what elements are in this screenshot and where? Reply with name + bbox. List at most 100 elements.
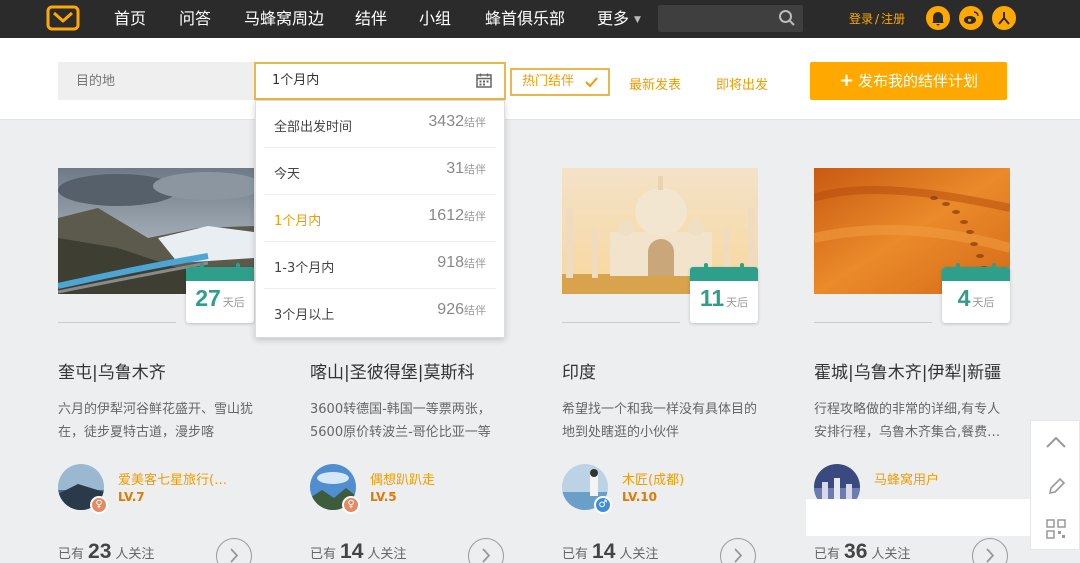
date-option[interactable]: 1-3个月内 918结伴 [264, 242, 496, 289]
overlay-patch [806, 499, 1030, 536]
calendar-tab-icon [942, 263, 1010, 281]
top-nav-bar: 首页 问答 马蜂窝周边 结伴 小组 蜂首俱乐部 更多 ▼ 登录 / 注册 [0, 0, 1080, 38]
days-count: 4 [957, 285, 971, 311]
follow-prefix: 已有 [58, 547, 85, 562]
nav-home[interactable]: 首页 [114, 0, 146, 38]
follow-prefix: 已有 [562, 547, 589, 562]
date-option[interactable]: 今天 31结伴 [264, 148, 496, 195]
qr-code-icon [1046, 519, 1066, 539]
follow-count: 已有 14 人关注 [310, 540, 406, 563]
username[interactable]: 偶想趴趴走 [370, 469, 435, 488]
view-detail-button[interactable] [972, 538, 1008, 563]
date-option-label: 3个月以上 [274, 308, 335, 323]
auth-links: 登录 / 注册 [849, 0, 905, 38]
card-description: 行程攻略做的非常的详细,有专人安排行程，乌鲁木齐集合,餐费… [814, 402, 1001, 440]
publish-plan-label: 发布我的结伴计划 [858, 72, 979, 90]
hot-companion-label: 热门结伴 [522, 74, 575, 89]
date-option-unit: 结伴 [464, 116, 486, 129]
view-detail-button[interactable] [468, 538, 504, 563]
chevron-down-icon: ▼ [634, 14, 641, 25]
date-option[interactable]: 全部出发时间 3432结伴 [264, 101, 496, 148]
qr-code-button[interactable] [1031, 507, 1080, 550]
publish-plan-button[interactable]: + 发布我的结伴计划 [810, 62, 1007, 100]
days-unit: 天后 [972, 296, 995, 309]
follow-suffix: 人关注 [367, 547, 407, 562]
plus-icon: + [838, 70, 855, 91]
card-title[interactable]: 印度 [562, 358, 596, 383]
chevron-right-icon [986, 548, 995, 563]
chevron-right-icon [230, 548, 239, 563]
back-to-top-button[interactable] [1031, 421, 1080, 464]
login-link[interactable]: 登录 [849, 12, 873, 26]
date-option-unit: 结伴 [464, 304, 486, 317]
hot-companion-button[interactable]: 热门结伴 [510, 68, 610, 96]
user-icon[interactable] [992, 6, 1016, 30]
follow-suffix: 人关注 [871, 547, 911, 562]
days-count: 11 [699, 285, 725, 311]
date-option-selected[interactable]: 1个月内 1612结伴 [264, 195, 496, 242]
chevron-up-icon [1046, 436, 1066, 448]
username[interactable]: 爱美客七星旅行(… [118, 469, 227, 488]
card-title[interactable]: 霍城|乌鲁木齐|伊犁|新疆 [814, 358, 1001, 383]
companion-card[interactable]: 11 天后 印度 希望找一个和我一样没有具体目的地到处瞎逛的小伙伴 ♂ 木匠(成都… [562, 120, 758, 563]
bell-icon[interactable] [926, 6, 950, 30]
companion-card[interactable]: 27 天后 奎屯|乌鲁木齐 六月的伊犁河谷鲜花盛开、雪山犹在，徒步夏特古道，漫步喀… [58, 120, 254, 563]
companion-card[interactable]: 4 天后 霍城|乌鲁木齐|伊犁|新疆 行程攻略做的非常的详细,有专人安排行程，乌鲁… [814, 120, 1010, 563]
card-description: 3600转德国-韩国一等票两张，5600原价转波兰-哥伦比亚一等 [310, 402, 491, 440]
follow-suffix: 人关注 [619, 547, 659, 562]
follow-prefix: 已有 [310, 547, 337, 562]
auth-separator: / [875, 12, 880, 26]
follow-count: 已有 23 人关注 [58, 540, 154, 563]
date-option-count: 3432 [428, 113, 464, 130]
nav-club[interactable]: 蜂首俱乐部 [485, 0, 565, 38]
nav-qa[interactable]: 问答 [179, 0, 211, 38]
nav-more-label: 更多 [597, 9, 630, 28]
view-detail-button[interactable] [216, 538, 252, 563]
card-title[interactable]: 喀山|圣彼得堡|莫斯科 [310, 358, 474, 383]
nav-more[interactable]: 更多 ▼ [597, 0, 641, 38]
follow-number: 14 [340, 540, 364, 563]
username[interactable]: 木匠(成都) [622, 469, 684, 488]
search-icon[interactable] [778, 9, 796, 27]
register-link[interactable]: 注册 [881, 12, 905, 26]
date-option[interactable]: 3个月以上 926结伴 [264, 289, 496, 336]
days-until-badge: 11 天后 [690, 263, 758, 323]
card-description: 希望找一个和我一样没有具体目的地到处瞎逛的小伙伴 [562, 402, 758, 440]
mafengwo-logo-icon[interactable] [46, 4, 80, 32]
card-divider [562, 322, 680, 323]
days-until-badge: 4 天后 [942, 263, 1010, 323]
follow-count: 已有 14 人关注 [562, 540, 658, 563]
female-gender-icon: ♀ [342, 496, 360, 514]
follow-number: 23 [88, 540, 112, 563]
feedback-button[interactable] [1031, 464, 1080, 507]
date-select[interactable]: 1个月内 [254, 62, 506, 100]
calendar-tab-icon [690, 263, 758, 281]
days-unit: 天后 [726, 296, 749, 309]
filter-bar: 1个月内 热门结伴 最新发表 即将出发 +发布我的结伴计划 [0, 38, 1080, 120]
view-detail-button[interactable] [720, 538, 756, 563]
upcoming-link[interactable]: 即将出发 [716, 74, 768, 93]
newest-link[interactable]: 最新发表 [629, 74, 681, 93]
nav-companion[interactable]: 结伴 [355, 0, 387, 38]
follow-suffix: 人关注 [115, 547, 155, 562]
card-title[interactable]: 奎屯|乌鲁木齐 [58, 358, 166, 383]
days-until-badge: 27 天后 [186, 263, 254, 323]
date-option-label: 全部出发时间 [274, 120, 353, 135]
card-divider [814, 322, 932, 323]
date-option-label: 1-3个月内 [274, 261, 335, 276]
days-count: 27 [195, 285, 221, 311]
weibo-icon[interactable] [959, 6, 983, 30]
search-input[interactable] [658, 5, 803, 32]
follow-count: 已有 36 人关注 [814, 540, 910, 563]
date-option-unit: 结伴 [464, 163, 486, 176]
date-option-count: 918 [437, 254, 464, 271]
nav-groups[interactable]: 小组 [419, 0, 451, 38]
username[interactable]: 马蜂窝用户 [874, 469, 939, 488]
calendar-icon[interactable] [476, 73, 492, 88]
destination-input[interactable] [58, 62, 254, 100]
nav-nearby[interactable]: 马蜂窝周边 [244, 0, 324, 38]
follow-number: 36 [844, 540, 868, 563]
date-option-unit: 结伴 [464, 257, 486, 270]
female-gender-icon: ♀ [90, 496, 108, 514]
date-option-unit: 结伴 [464, 210, 486, 223]
